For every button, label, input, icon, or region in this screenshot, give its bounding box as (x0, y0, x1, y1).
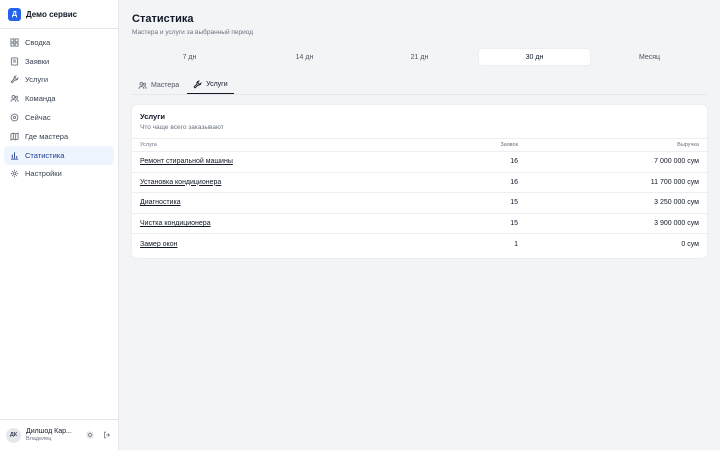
period-7-days[interactable]: 7 дн (134, 49, 245, 65)
sidebar-item-label: Сейчас (25, 113, 51, 123)
tab-label: Услуги (206, 81, 228, 88)
sidebar-item-label: Команда (25, 94, 56, 104)
sidebar-item-team[interactable]: Команда (4, 89, 114, 108)
revenue-value: 3 250 000 сум (654, 199, 699, 207)
logout-button[interactable] (101, 430, 112, 441)
user-panel: ДК Дилшод Кар... Владелец (0, 419, 119, 450)
map-icon (10, 132, 19, 141)
users-icon (138, 81, 147, 90)
tab-masters[interactable]: Мастера (132, 76, 185, 94)
wrench-icon (10, 75, 19, 85)
table-row: Установка кондиционера 16 11 700 000 сум (132, 173, 707, 194)
stats-tabs: Мастера Услуги (132, 76, 707, 95)
revenue-value: 7 000 000 сум (654, 158, 699, 166)
tab-services[interactable]: Услуги (187, 76, 234, 94)
sidebar-item-label: Статистика (25, 150, 65, 160)
logout-icon (103, 426, 111, 444)
orders-icon (10, 57, 19, 66)
table-row: Диагностика 15 3 250 000 сум (132, 193, 707, 214)
brand-name: Демо сервис (26, 9, 78, 19)
sidebar-item-label: Заявки (25, 56, 50, 66)
period-month[interactable]: Месяц (594, 49, 705, 65)
card-title: Услуги (140, 112, 165, 121)
dashboard-icon (10, 38, 19, 47)
service-link[interactable]: Замер окон (140, 241, 177, 248)
user-info: Дилшод Кар... Владелец (26, 428, 78, 442)
sidebar-item-where-masters[interactable]: Где мастера (4, 127, 114, 146)
sidebar-item-orders[interactable]: Заявки (4, 52, 114, 71)
column-header-orders: Заявок (500, 142, 518, 148)
revenue-value: 3 900 000 сум (654, 220, 699, 228)
avatar[interactable]: ДК (6, 427, 21, 443)
brand[interactable]: Д Демо сервис (0, 0, 118, 29)
user-name: Дилшод Кар... (26, 428, 72, 435)
main-content: Статистика Мастера и услуги за выбранный… (119, 0, 720, 450)
orders-count: 1 (514, 241, 518, 249)
card-subtitle: Что чаще всего заказывают (140, 124, 224, 131)
table-header: Услуга Заявок Выручка (132, 138, 707, 152)
theme-toggle-button[interactable] (84, 430, 95, 441)
orders-count: 16 (510, 178, 518, 186)
service-link[interactable]: Ремонт стиральной машины (140, 158, 233, 165)
sidebar-item-label: Услуги (25, 75, 49, 85)
period-21-days[interactable]: 21 дн (364, 49, 475, 65)
wrench-icon (193, 80, 202, 89)
service-link[interactable]: Диагностика (140, 199, 181, 206)
column-header-service: Услуга (140, 142, 157, 148)
column-header-revenue: Выручка (677, 142, 699, 148)
period-30-days[interactable]: 30 дн (479, 49, 590, 65)
table-row: Чистка кондиционера 15 3 900 000 сум (132, 214, 707, 235)
sidebar-item-label: Настройки (25, 169, 62, 179)
sidebar-item-label: Сводка (25, 37, 51, 47)
revenue-value: 11 700 000 сум (650, 178, 699, 186)
bar-chart-icon (10, 151, 19, 160)
sidebar-item-statistics[interactable]: Статистика (4, 145, 114, 165)
sun-icon (86, 426, 94, 444)
orders-count: 15 (510, 199, 518, 207)
services-card: Услуги Что чаще всего заказывают Услуга … (132, 105, 707, 258)
table-row: Замер окон 1 0 сум (132, 234, 707, 255)
orders-count: 15 (510, 220, 518, 228)
tab-label: Мастера (151, 81, 180, 89)
page-subtitle: Мастера и услуги за выбранный период (132, 29, 254, 36)
service-link[interactable]: Чистка кондиционера (140, 220, 211, 227)
orders-count: 16 (510, 158, 518, 166)
table-row: Ремонт стиральной машины 16 7 000 000 су… (132, 152, 707, 173)
period-selector: 7 дн 14 дн 21 дн 30 дн Месяц (132, 48, 707, 66)
location-icon (10, 113, 19, 122)
team-icon (10, 94, 19, 103)
service-link[interactable]: Установка кондиционера (140, 179, 221, 186)
sidebar-item-summary[interactable]: Сводка (4, 33, 114, 52)
services-table: Услуга Заявок Выручка Ремонт стиральной … (132, 138, 707, 255)
user-role: Владелец (26, 436, 52, 442)
gear-icon (10, 169, 19, 178)
period-14-days[interactable]: 14 дн (249, 49, 360, 65)
sidebar-item-now[interactable]: Сейчас (4, 108, 114, 127)
sidebar-item-services[interactable]: Услуги (4, 71, 114, 90)
revenue-value: 0 сум (681, 241, 699, 249)
sidebar-item-label: Где мастера (25, 131, 69, 141)
sidebar-item-settings[interactable]: Настройки (4, 165, 114, 184)
brand-logo: Д (8, 7, 21, 21)
sidebar: Д Демо сервис Сводка Заявки Услуги Коман… (0, 0, 119, 450)
sidebar-nav: Сводка Заявки Услуги Команда Сейчас Где … (0, 29, 118, 183)
page-title: Статистика (132, 13, 194, 25)
